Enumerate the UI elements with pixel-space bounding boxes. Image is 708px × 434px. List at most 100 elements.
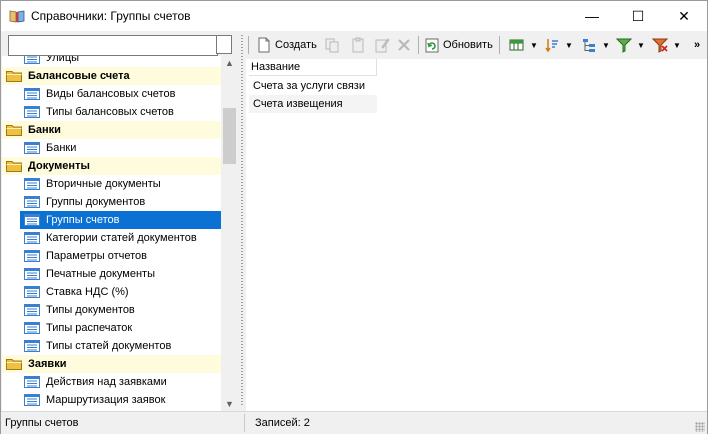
group-button[interactable]: ▼: [581, 36, 610, 54]
minimize-button[interactable]: —: [569, 1, 615, 31]
table-settings-icon: [509, 39, 524, 51]
tree-item-label: Группы счетов: [46, 214, 120, 226]
sort-button[interactable]: ▼: [544, 36, 573, 54]
columns-button[interactable]: ▼: [509, 36, 538, 54]
tree-item-label: Виды балансовых счетов: [46, 88, 176, 100]
tree-item[interactable]: Виды балансовых счетов: [2, 85, 221, 103]
list-icon: [24, 196, 40, 208]
folder-icon: [6, 71, 22, 82]
close-button[interactable]: ✕: [661, 1, 707, 31]
tree-item[interactable]: Параметры отчетов: [2, 247, 221, 265]
new-document-icon: [258, 37, 270, 53]
tree-item[interactable]: Группы документов: [2, 193, 221, 211]
tree-item[interactable]: Ставка НДС (%): [2, 283, 221, 301]
folder-icon: [6, 161, 22, 172]
tree-item[interactable]: Группы счетов: [20, 211, 221, 229]
folder-icon: [6, 125, 22, 136]
left-panel: Улицы Балансовые счета Виды балансовых сче…: [2, 31, 238, 411]
tree-item[interactable]: Маршрутизация заявок: [2, 391, 221, 409]
tree-item[interactable]: Улицы: [2, 56, 221, 67]
list-icon: [24, 232, 40, 244]
copy-icon[interactable]: [324, 36, 340, 54]
filter-button[interactable]: ▼: [616, 36, 645, 54]
table-row[interactable]: Счета извещения: [249, 95, 377, 113]
tree-item[interactable]: Типы статей документов: [2, 337, 221, 355]
table-row[interactable]: Счета за услуги связи: [249, 77, 377, 95]
hierarchy-icon: [583, 39, 595, 52]
panel-splitter[interactable]: [239, 31, 245, 411]
list-icon: [24, 56, 40, 64]
list-icon: [24, 304, 40, 316]
list-icon: [24, 376, 40, 388]
overflow-icon: »: [694, 39, 701, 51]
refresh-button[interactable]: Обновить: [424, 36, 493, 54]
title-bar: Справочники: Группы счетов — ☐ ✕: [1, 1, 707, 31]
book-icon: [9, 10, 25, 23]
chevron-down-icon: ▼: [602, 40, 610, 50]
tree-item-label: Ставка НДС (%): [46, 286, 129, 298]
minimize-icon: —: [585, 8, 599, 24]
filter-clear-icon: [652, 38, 668, 53]
tree-item[interactable]: Действия над заявками: [2, 373, 221, 391]
create-button[interactable]: Создать: [256, 36, 317, 54]
chevron-down-icon: ▼: [565, 40, 573, 50]
chevron-down-icon: ▼: [530, 40, 538, 50]
sort-icon: [545, 39, 558, 53]
tree-item[interactable]: Вторичные документы: [2, 175, 221, 193]
resize-grip-icon[interactable]: [695, 422, 705, 432]
tree-group[interactable]: Банки: [2, 121, 221, 139]
scroll-thumb[interactable]: [223, 108, 236, 164]
close-icon: ✕: [678, 7, 690, 24]
tree-group[interactable]: Балансовые счета: [2, 67, 221, 85]
tree-item-label: Банки: [46, 142, 77, 154]
tree-item-label: Действия над заявками: [46, 376, 167, 388]
tree-item[interactable]: Банки: [2, 139, 221, 157]
chevron-down-icon: ▼: [673, 40, 681, 50]
tree-item-label: Типы балансовых счетов: [46, 106, 174, 118]
list-icon: [24, 286, 40, 298]
tree-item[interactable]: Типы документов: [2, 301, 221, 319]
search-button[interactable]: [216, 35, 232, 54]
paste-icon[interactable]: [350, 36, 366, 54]
column-header-name[interactable]: Название: [249, 59, 377, 76]
chevron-down-icon: ▼: [637, 40, 645, 50]
tree-item-label: Категории статей документов: [46, 232, 197, 244]
search-input[interactable]: [8, 35, 218, 56]
scroll-down-icon[interactable]: ▼: [221, 399, 238, 409]
list-icon: [24, 88, 40, 100]
list-icon: [24, 250, 40, 262]
list-icon: [24, 268, 40, 280]
status-record-count: Записей: 2: [255, 417, 310, 429]
tree-group[interactable]: Заявки: [2, 355, 221, 373]
list-icon: [24, 340, 40, 352]
tree-item-label: Банки: [28, 124, 61, 136]
refresh-icon: [425, 38, 439, 53]
tree-item-label: Группы документов: [46, 196, 146, 208]
list-icon: [24, 142, 40, 154]
toolbar: Создать Обновить ▼ ▼ ▼ ▼ ▼ »: [246, 31, 707, 59]
edit-icon[interactable]: [374, 36, 390, 54]
tree-item-label: Типы распечаток: [46, 322, 133, 334]
tree-item[interactable]: Типы распечаток: [2, 319, 221, 337]
tree-group[interactable]: Документы: [2, 157, 221, 175]
tree-scrollbar[interactable]: ▲ ▼: [221, 56, 238, 411]
tree-item-label: Документы: [28, 160, 90, 172]
tree-item[interactable]: Типы балансовых счетов: [2, 103, 221, 121]
list-icon: [24, 214, 40, 226]
scroll-up-icon[interactable]: ▲: [221, 58, 238, 68]
maximize-button[interactable]: ☐: [615, 1, 661, 31]
toolbar-overflow-button[interactable]: »: [694, 36, 700, 54]
tree-item[interactable]: Печатные документы: [2, 265, 221, 283]
clear-filter-button[interactable]: ▼: [652, 36, 681, 54]
tree-item-label: Маршрутизация заявок: [46, 394, 166, 406]
delete-icon[interactable]: [396, 36, 412, 54]
status-bar: Группы счетов Записей: 2: [1, 411, 707, 434]
create-label: Создать: [275, 39, 317, 51]
tree-item[interactable]: Категории статей документов: [2, 229, 221, 247]
tree-item-label: Вторичные документы: [46, 178, 161, 190]
maximize-icon: ☐: [631, 7, 645, 24]
list-icon: [24, 178, 40, 190]
tree-item-label: Типы документов: [46, 304, 135, 316]
tree-item-label: Параметры отчетов: [46, 250, 147, 262]
filter-icon: [616, 38, 632, 53]
